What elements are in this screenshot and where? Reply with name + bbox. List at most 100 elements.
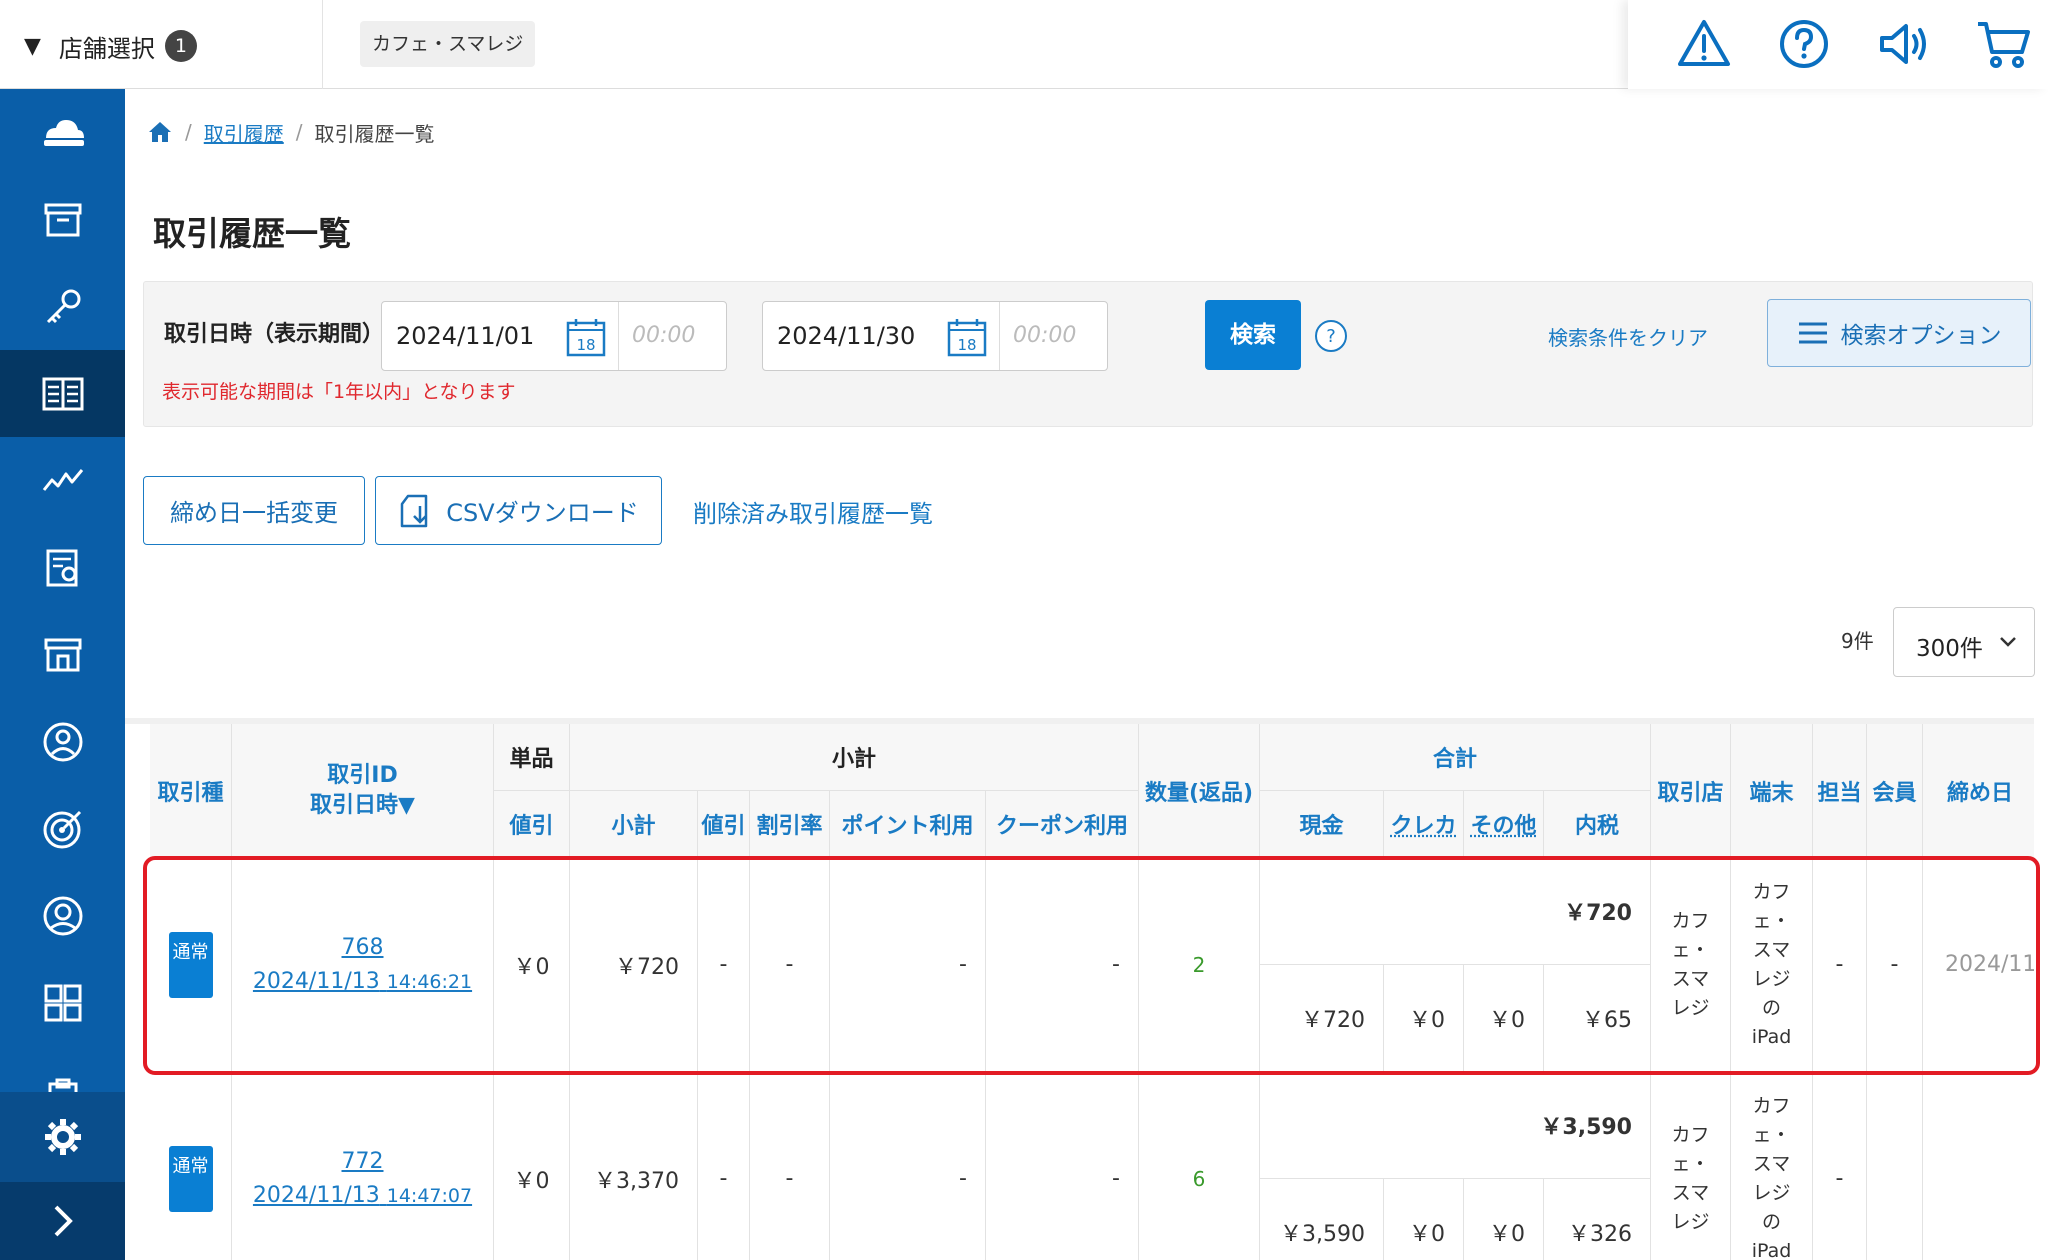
row-item-discount: ￥0 <box>494 858 570 1072</box>
bulk-close-date-button[interactable]: 締め日一括変更 <box>143 476 365 545</box>
sidebar-expand-button[interactable] <box>0 1182 125 1260</box>
row-total: ￥720 <box>1260 858 1651 965</box>
sidebar-item-reports[interactable] <box>0 524 125 611</box>
th-store[interactable]: 取引店 <box>1651 724 1731 858</box>
to-date-field[interactable]: 2024/11/30 18 00:00 <box>762 301 1108 371</box>
sidebar-item-clipboard[interactable] <box>0 1046 125 1096</box>
from-date-value[interactable]: 2024/11/01 <box>396 322 534 350</box>
transaction-datetime-link[interactable]: 2024/11/13 14:46:21 <box>253 965 472 999</box>
page-title: 取引履歴一覧 <box>153 214 351 253</box>
from-time-input[interactable]: 00:00 <box>632 323 695 348</box>
sidebar-item-settings-key[interactable] <box>0 263 125 350</box>
top-icon-group <box>1628 0 2048 89</box>
row-sub-discount: - <box>698 1072 750 1260</box>
th-other[interactable]: その他 <box>1464 791 1544 858</box>
th-discount-rate[interactable]: 割引率 <box>750 791 830 858</box>
from-date-field[interactable]: 2024/11/01 18 00:00 <box>381 301 727 371</box>
period-limit-note: 表示可能な期間は「1年以内」となります <box>162 381 516 403</box>
sidebar-item-register[interactable] <box>0 89 125 176</box>
sidebar-item-apps[interactable] <box>0 959 125 1046</box>
per-page-select[interactable]: 300件 <box>1893 607 2035 677</box>
store-icon <box>44 638 81 671</box>
to-time-input[interactable]: 00:00 <box>1013 323 1076 348</box>
date-range-label-text: 取引日時（表示期間） <box>164 322 385 347</box>
calendar-icon[interactable]: 18 <box>947 317 987 357</box>
th-subtotal-group: 小計 <box>570 724 1139 791</box>
sidebar-item-target[interactable] <box>0 785 125 872</box>
type-badge: 通常 <box>168 1145 213 1212</box>
archive-box-icon <box>44 203 81 236</box>
sidebar-item-staff[interactable] <box>0 698 125 785</box>
megaphone-icon[interactable] <box>1874 14 1934 74</box>
th-tax[interactable]: 内税 <box>1544 791 1651 858</box>
sidebar-item-analytics[interactable] <box>0 437 125 524</box>
row-point-use: - <box>830 858 986 1072</box>
sidebar-item-transactions[interactable] <box>0 350 125 437</box>
sidebar-item-products[interactable] <box>0 176 125 263</box>
row-other: ￥0 <box>1464 965 1544 1072</box>
csv-download-button[interactable]: CSVダウンロード <box>375 476 662 545</box>
breadcrumb-transactions[interactable]: 取引履歴 <box>204 118 284 147</box>
search-options-button[interactable]: 検索オプション <box>1767 299 2031 367</box>
th-close-date[interactable]: 締め日 <box>1923 724 2034 858</box>
gear-icon <box>44 1119 81 1155</box>
cloud-register-icon <box>43 119 84 146</box>
row-subtotal: ￥3,370 <box>570 1072 698 1260</box>
search-options-label: 検索オプション <box>1840 323 2002 349</box>
row-store: カフェ・スマレジ <box>1651 858 1731 1072</box>
time-divider <box>999 302 1000 370</box>
to-date-value[interactable]: 2024/11/30 <box>777 322 915 350</box>
home-icon[interactable] <box>147 119 173 145</box>
row-qty: 2 <box>1139 858 1260 1072</box>
th-subtotal[interactable]: 小計 <box>570 791 698 858</box>
row-item-discount: ￥0 <box>494 1072 570 1260</box>
th-qty[interactable]: 数量(返品) <box>1139 724 1260 858</box>
store-select-dropdown[interactable]: ▼ 店舗選択 1 <box>24 26 197 66</box>
row-staff: - <box>1813 1072 1867 1260</box>
row-tax: ￥326 <box>1544 1179 1651 1260</box>
row-subtotal: ￥720 <box>570 858 698 1072</box>
sidebar-item-member[interactable] <box>0 872 125 959</box>
time-divider <box>618 302 619 370</box>
transaction-date: 2024/11/13 <box>252 1182 380 1208</box>
sidebar <box>0 89 125 1260</box>
th-member[interactable]: 会員 <box>1867 724 1923 858</box>
warning-icon[interactable] <box>1674 14 1734 74</box>
transaction-time: 14:47:07 <box>386 1184 473 1207</box>
th-item-discount[interactable]: 値引 <box>494 791 570 858</box>
row-coupon-use: - <box>986 858 1139 1072</box>
cart-icon[interactable] <box>1974 14 2034 74</box>
transaction-id-link[interactable]: 772 <box>342 1145 384 1179</box>
th-id-datetime[interactable]: 取引ID 取引日時▼ <box>232 724 494 858</box>
sidebar-item-store[interactable] <box>0 611 125 698</box>
th-credit[interactable]: クレカ <box>1384 791 1464 858</box>
calendar-icon[interactable]: 18 <box>566 317 606 357</box>
help-circle-icon[interactable]: ? <box>1314 319 1348 353</box>
th-terminal[interactable]: 端末 <box>1731 724 1813 858</box>
th-datetime[interactable]: 取引日時▼ <box>310 791 415 821</box>
row-credit: ￥0 <box>1384 1179 1464 1260</box>
search-panel: 取引日時（表示期間）*： 2024/11/01 18 00:00 〜 2024/… <box>143 281 2033 427</box>
clear-conditions-link[interactable]: 検索条件をクリア <box>1548 322 1708 351</box>
caret-down-icon: ▼ <box>24 33 41 59</box>
search-button[interactable]: 検索 <box>1205 300 1301 370</box>
th-staff[interactable]: 担当 <box>1813 724 1867 858</box>
member-icon <box>43 896 82 935</box>
th-type[interactable]: 取引種 <box>150 724 232 858</box>
key-icon <box>46 289 80 323</box>
transaction-id-link[interactable]: 768 <box>342 931 384 965</box>
deleted-transactions-link[interactable]: 削除済み取引履歴一覧 <box>693 494 933 529</box>
per-page-value: 300件 <box>1916 636 1983 662</box>
th-coupon-use[interactable]: クーポン利用 <box>986 791 1139 858</box>
row-coupon-use: - <box>986 1072 1139 1260</box>
transaction-datetime-link[interactable]: 2024/11/13 14:47:07 <box>253 1179 472 1213</box>
th-point-use[interactable]: ポイント利用 <box>830 791 986 858</box>
th-total-group[interactable]: 合計 <box>1260 724 1651 791</box>
help-circle-icon[interactable] <box>1774 14 1834 74</box>
staff-icon <box>43 722 82 761</box>
th-cash[interactable]: 現金 <box>1260 791 1384 858</box>
sidebar-settings-button[interactable] <box>0 1092 125 1182</box>
th-id[interactable]: 取引ID <box>327 761 397 791</box>
date-range-label: 取引日時（表示期間）*： <box>164 316 418 348</box>
th-sub-discount[interactable]: 値引 <box>698 791 750 858</box>
